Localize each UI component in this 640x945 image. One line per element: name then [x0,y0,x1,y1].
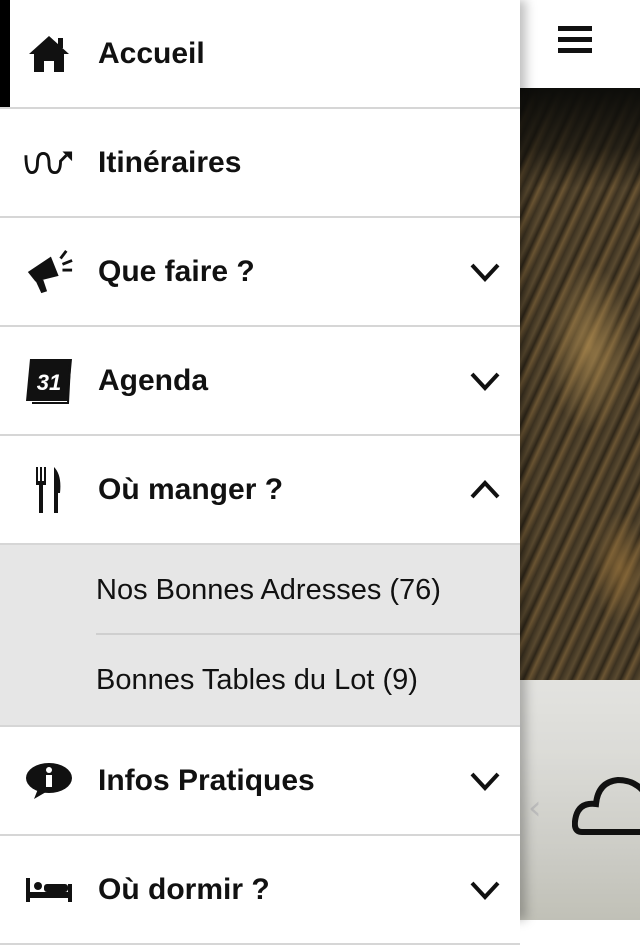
menu-label-que-faire: Que faire ? [98,254,255,288]
app-top-bar [520,0,640,88]
route-icon [24,138,74,188]
submenu-ou-manger: Nos Bonnes Adresses (76) Bonnes Tables d… [0,545,520,727]
menu-item-ou-dormir[interactable]: Où dormir ? [0,836,520,945]
submenu-item-bonnes-tables[interactable]: Bonnes Tables du Lot (9) [0,635,520,725]
menu-item-agenda[interactable]: 31 Agenda [0,327,520,436]
menu-label-itineraires: Itinéraires [98,145,242,179]
chevron-down-icon[interactable] [468,255,502,289]
menu-label-agenda: Agenda [98,363,209,397]
menu-label-infos-pratiques: Infos Pratiques [98,763,315,797]
menu-item-accueil[interactable]: Accueil [0,0,520,109]
home-icon [24,29,74,79]
menu-item-itineraires[interactable]: Itinéraires [0,109,520,218]
weather-panel: ‹ [520,680,640,920]
bed-icon [24,865,74,915]
menu-item-infos-pratiques[interactable]: Infos Pratiques [0,727,520,836]
chevron-up-icon[interactable] [468,473,502,507]
cloud-icon [572,776,640,835]
chevron-left-icon[interactable]: ‹ [528,788,542,828]
menu-label-accueil: Accueil [98,36,205,70]
fork-knife-icon [24,465,74,515]
megaphone-icon [24,247,74,297]
submenu-label: Nos Bonnes Adresses (76) [96,573,441,606]
menu-label-ou-dormir: Où dormir ? [98,872,270,906]
info-icon [24,756,74,806]
chevron-down-icon[interactable] [468,364,502,398]
submenu-item-nos-bonnes-adresses[interactable]: Nos Bonnes Adresses (76) [0,545,520,635]
submenu-label: Bonnes Tables du Lot (9) [96,663,418,696]
menu-item-que-faire[interactable]: Que faire ? [0,218,520,327]
hamburger-menu-icon[interactable] [558,26,592,58]
menu-label-ou-manger: Où manger ? [98,472,284,506]
svg-text:31: 31 [37,370,61,395]
menu-item-ou-manger[interactable]: Où manger ? [0,436,520,545]
calendar-icon: 31 [24,356,74,406]
hero-image [520,88,640,680]
chevron-down-icon[interactable] [468,764,502,798]
app-content: ‹ [520,0,640,920]
chevron-down-icon[interactable] [468,873,502,907]
navigation-drawer: Accueil Itinéraires Que faire ? 31 Agend… [0,0,520,945]
